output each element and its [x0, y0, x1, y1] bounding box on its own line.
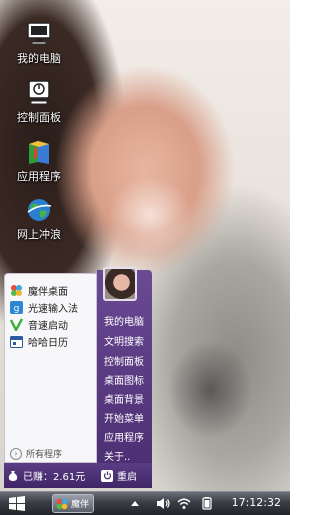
power-icon: [101, 469, 113, 482]
quick-launch-icon: [10, 318, 23, 331]
taskbar-app-moban[interactable]: 魔伴: [52, 494, 94, 513]
wifi-icon[interactable]: [177, 497, 191, 510]
desktop-icon-label: 网上冲浪: [17, 228, 61, 241]
start-menu: 魔伴桌面 g 光速输入法 音速启动 哈哈日历 › 所有程序 我的电脑 文明搜索 …: [4, 267, 152, 488]
user-avatar[interactable]: [103, 267, 137, 301]
tray-expand-icon[interactable]: [128, 497, 142, 510]
desktop-icon-control-panel[interactable]: 控制面板: [6, 79, 72, 125]
desktop-icon-label: 控制面板: [17, 111, 61, 124]
program-item-input-method[interactable]: g 光速输入法: [10, 299, 78, 316]
program-item-moban[interactable]: 魔伴桌面: [10, 282, 68, 299]
menu-item-desktop-background[interactable]: 桌面背景: [104, 391, 144, 406]
applications-icon: [29, 141, 49, 164]
program-label: 音速启动: [28, 321, 68, 332]
program-label: 魔伴桌面: [28, 287, 68, 298]
desktop-icon-applications[interactable]: 应用程序: [6, 138, 72, 184]
program-label: 光速输入法: [28, 304, 78, 315]
input-method-icon: g: [10, 301, 23, 314]
arrow-right-icon: ›: [10, 447, 22, 460]
desktop-wallpaper: 我的电脑 控制面板 应用程序 网上冲浪 魔伴桌面 g 光速输入法 音速启动 哈哈…: [0, 0, 290, 491]
all-programs-label: 所有程序: [26, 450, 63, 460]
desktop-icon-my-computer[interactable]: 我的电脑: [6, 20, 72, 66]
pinwheel-icon: [56, 498, 68, 509]
taskbar-app-label: 魔伴: [71, 500, 90, 510]
program-list-panel: 魔伴桌面 g 光速输入法 音速启动 哈哈日历 › 所有程序: [4, 273, 97, 463]
menu-item-start-menu[interactable]: 开始菜单: [104, 410, 144, 425]
earnings-label: 已赚：2.61元: [23, 472, 86, 483]
control-panel-icon: [28, 80, 50, 105]
pinwheel-icon: [11, 285, 22, 296]
start-windows-icon[interactable]: [8, 495, 26, 512]
internet-globe-icon: [27, 199, 52, 221]
program-item-quick-launch[interactable]: 音速启动: [10, 316, 68, 333]
menu-item-desktop-icons[interactable]: 桌面图标: [104, 372, 144, 387]
taskbar: 魔伴 17:12:32: [0, 491, 290, 515]
program-item-calendar[interactable]: 哈哈日历: [10, 333, 68, 350]
menu-item-about[interactable]: 关于..: [104, 448, 130, 463]
volume-icon[interactable]: [156, 497, 170, 510]
menu-item-my-computer[interactable]: 我的电脑: [104, 313, 144, 328]
desktop-icon-label: 应用程序: [17, 170, 61, 183]
calendar-icon: [10, 336, 23, 348]
battery-icon[interactable]: [200, 497, 214, 510]
money-bag-icon: [8, 470, 18, 481]
menu-item-applications[interactable]: 应用程序: [104, 429, 144, 444]
restart-label: 重启: [117, 472, 137, 483]
desktop-icon-label: 我的电脑: [17, 52, 61, 65]
program-label: 哈哈日历: [28, 338, 68, 349]
taskbar-clock: 17:12:32: [231, 496, 281, 509]
menu-item-control-panel[interactable]: 控制面板: [104, 353, 144, 368]
computer-icon: [27, 22, 51, 45]
all-programs-button[interactable]: › 所有程序: [10, 447, 62, 460]
restart-button[interactable]: 重启: [101, 468, 137, 483]
menu-item-search[interactable]: 文明搜索: [104, 333, 144, 348]
svg-text:g: g: [14, 304, 20, 314]
desktop-icon-internet[interactable]: 网上冲浪: [6, 196, 72, 242]
earnings-status: 已赚：2.61元: [7, 468, 85, 483]
